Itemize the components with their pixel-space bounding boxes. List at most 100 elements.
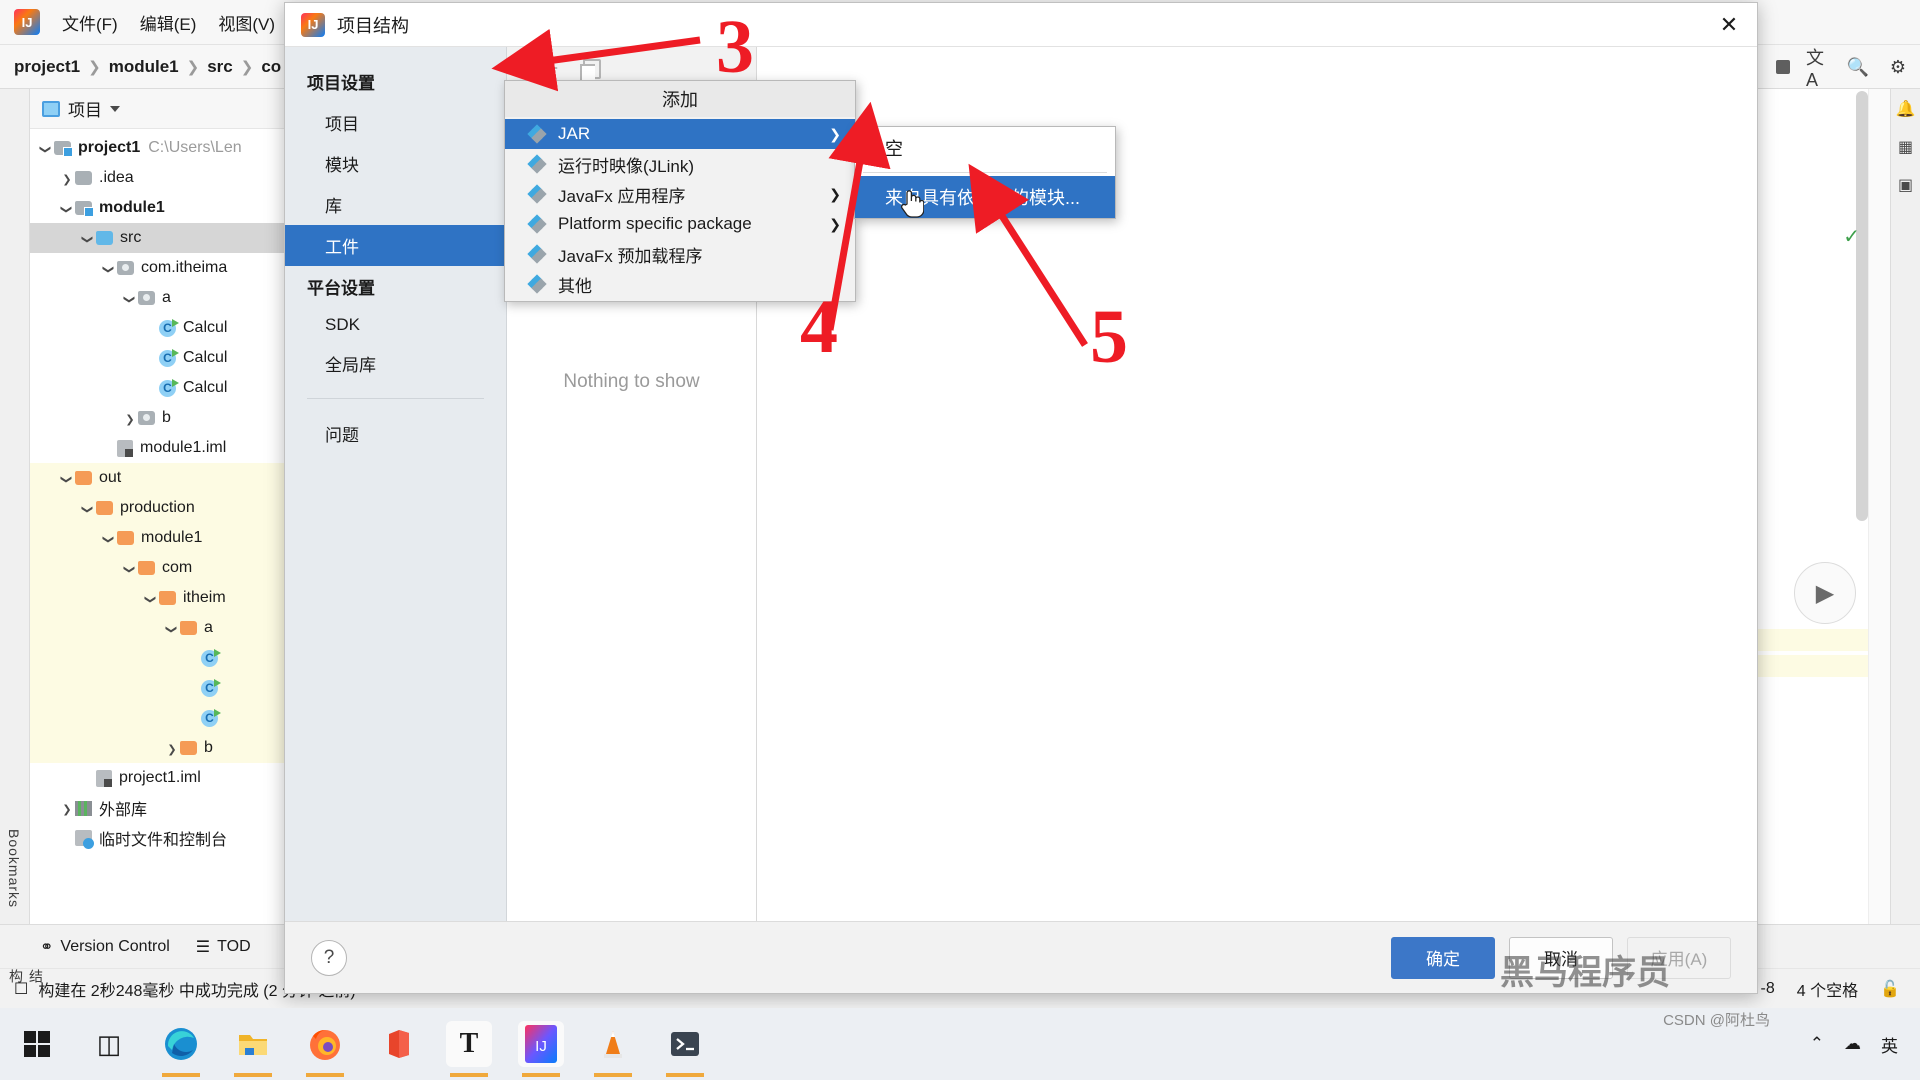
add-menu-item-0[interactable]: JAR ❯ [505, 119, 855, 149]
chevron-down-icon[interactable] [143, 591, 159, 606]
encoding-indicator[interactable]: -8 [1760, 980, 1774, 998]
sidebar-item-modules[interactable]: 模块 [285, 143, 506, 184]
tree-node-临时文件和控制台[interactable]: 临时文件和控制台 [30, 823, 304, 853]
tree-node-itheim[interactable]: itheim [30, 583, 304, 613]
run-floating-button[interactable]: ▶ [1794, 562, 1856, 624]
tree-node-b[interactable]: b [30, 403, 304, 433]
rail-structure-label[interactable]: 结构 [6, 969, 46, 984]
sidebar-item-project[interactable]: 项目 [285, 102, 506, 143]
tree-node-com.itheima[interactable]: com.itheima [30, 253, 304, 283]
chevron-down-icon[interactable] [38, 141, 54, 156]
chevron-up-icon[interactable]: ⌃ [1810, 1034, 1824, 1054]
sidebar-item-artifacts[interactable]: 工件 [285, 225, 506, 266]
chevron-right-icon[interactable] [59, 801, 75, 816]
add-menu-item-2[interactable]: JavaFx 应用程序 ❯ [505, 179, 855, 209]
chevron-down-icon[interactable] [122, 291, 138, 306]
add-menu-item-4[interactable]: JavaFx 预加载程序 [505, 239, 855, 269]
add-menu-item-5[interactable]: 其他 [505, 269, 855, 299]
menu-edit[interactable]: 编辑(E) [140, 10, 197, 35]
indent-indicator[interactable]: 4 个空格 [1797, 977, 1858, 1001]
tree-node-production[interactable]: production [30, 493, 304, 523]
tree-node-src[interactable]: src [30, 223, 304, 253]
rail-bookmarks-label[interactable]: Bookmarks [6, 829, 22, 908]
chevron-down-icon[interactable] [80, 501, 96, 516]
tree-node-project1[interactable]: project1 C:\Users\Len [30, 133, 304, 163]
firefox-icon[interactable] [302, 1021, 348, 1077]
tree-node-Calcul[interactable]: C Calcul [30, 373, 304, 403]
file-explorer-icon[interactable] [230, 1021, 276, 1077]
typora-icon[interactable]: T [446, 1021, 492, 1077]
jar-submenu-item-from-modules[interactable]: 来自具有依赖项的模块... [855, 176, 1115, 218]
notifications-icon[interactable]: 🔔 [1896, 99, 1916, 119]
network-icon[interactable]: ☁ [1844, 1034, 1861, 1054]
database-icon[interactable]: ▦ [1898, 137, 1913, 157]
menu-view[interactable]: 视图(V) [218, 10, 275, 35]
editor-scrollbar[interactable] [1856, 91, 1868, 521]
stop-icon[interactable] [1776, 60, 1790, 74]
remove-artifact-button[interactable]: − [543, 55, 559, 82]
tree-node-Calcul[interactable]: C Calcul [30, 343, 304, 373]
jar-submenu-item-empty[interactable]: 空 [855, 127, 1115, 169]
task-view-icon[interactable]: ◫ [86, 1021, 132, 1067]
breadcrumb-com[interactable]: co [261, 57, 281, 77]
translate-icon[interactable]: 文A [1806, 48, 1830, 90]
breadcrumb-src[interactable]: src [207, 57, 233, 77]
search-icon[interactable]: 🔍 [1846, 55, 1870, 79]
windows-start-icon[interactable] [14, 1021, 60, 1067]
copy-artifact-icon[interactable] [579, 58, 601, 83]
chevron-right-icon[interactable] [122, 411, 138, 426]
chevron-down-icon[interactable] [101, 261, 117, 276]
ok-button[interactable]: 确定 [1391, 936, 1495, 979]
vlc-icon[interactable] [590, 1021, 636, 1077]
lock-icon[interactable]: 🔓 [1880, 979, 1900, 999]
chevron-down-icon[interactable] [80, 231, 96, 246]
menu-file[interactable]: 文件(F) [62, 10, 118, 35]
java-class-icon: C [201, 678, 221, 697]
tree-node-com[interactable]: com [30, 553, 304, 583]
project-tree[interactable]: project1 C:\Users\Len .idea module1 src com.i… [30, 129, 304, 924]
add-artifact-button[interactable]: + [521, 55, 537, 82]
status-version-control[interactable]: ⚭ Version Control [40, 937, 170, 957]
chevron-down-icon[interactable] [59, 201, 75, 216]
breadcrumb-module1[interactable]: module1 [109, 57, 179, 77]
intellij-idea-icon[interactable]: IJ [518, 1021, 564, 1077]
tree-node-a[interactable]: a [30, 613, 304, 643]
terminal-icon[interactable] [662, 1021, 708, 1077]
tree-node-class[interactable]: C [30, 643, 304, 673]
edge-icon[interactable] [158, 1021, 204, 1077]
chevron-down-icon[interactable] [164, 621, 180, 636]
ime-indicator[interactable]: 英 [1881, 1032, 1898, 1057]
sidebar-item-libraries[interactable]: 库 [285, 184, 506, 225]
chevron-down-icon[interactable] [122, 561, 138, 576]
chevron-down-icon[interactable] [101, 531, 117, 546]
add-menu-item-1[interactable]: 运行时映像(JLink) [505, 149, 855, 179]
chevron-down-icon[interactable] [110, 105, 120, 112]
settings-gear-icon[interactable]: ⚙ [1886, 55, 1910, 79]
help-button[interactable]: ? [311, 939, 347, 976]
breadcrumb-project1[interactable]: project1 [14, 57, 80, 77]
tree-node-project1.iml[interactable]: project1.iml [30, 763, 304, 793]
tree-node-class[interactable]: C [30, 703, 304, 733]
tree-node-外部库[interactable]: 外部库 [30, 793, 304, 823]
close-icon[interactable]: ✕ [1701, 3, 1757, 47]
office-icon[interactable] [374, 1021, 420, 1067]
tree-node-b[interactable]: b [30, 733, 304, 763]
tree-node-Calcul[interactable]: C Calcul [30, 313, 304, 343]
sidebar-item-problems[interactable]: 问题 [285, 413, 506, 454]
add-menu-item-3[interactable]: Platform specific package ❯ [505, 209, 855, 239]
maven-icon[interactable]: ▣ [1898, 175, 1913, 195]
tree-node-module1.iml[interactable]: module1.iml [30, 433, 304, 463]
tree-node-out[interactable]: out [30, 463, 304, 493]
tree-node-class[interactable]: C [30, 673, 304, 703]
add-menu-items[interactable]: JAR ❯ 运行时映像(JLink) JavaFx 应用程序 ❯ Platform spe… [505, 117, 855, 301]
chevron-right-icon[interactable] [59, 171, 75, 186]
status-todo[interactable]: ☰ TOD [196, 937, 251, 957]
chevron-right-icon[interactable] [164, 741, 180, 756]
tree-node-module1[interactable]: module1 [30, 523, 304, 553]
sidebar-item-sdks[interactable]: SDK [285, 307, 506, 343]
tree-node-.idea[interactable]: .idea [30, 163, 304, 193]
tree-node-module1[interactable]: module1 [30, 193, 304, 223]
sidebar-item-global-libraries[interactable]: 全局库 [285, 343, 506, 384]
tree-node-a[interactable]: a [30, 283, 304, 313]
chevron-down-icon[interactable] [59, 471, 75, 486]
